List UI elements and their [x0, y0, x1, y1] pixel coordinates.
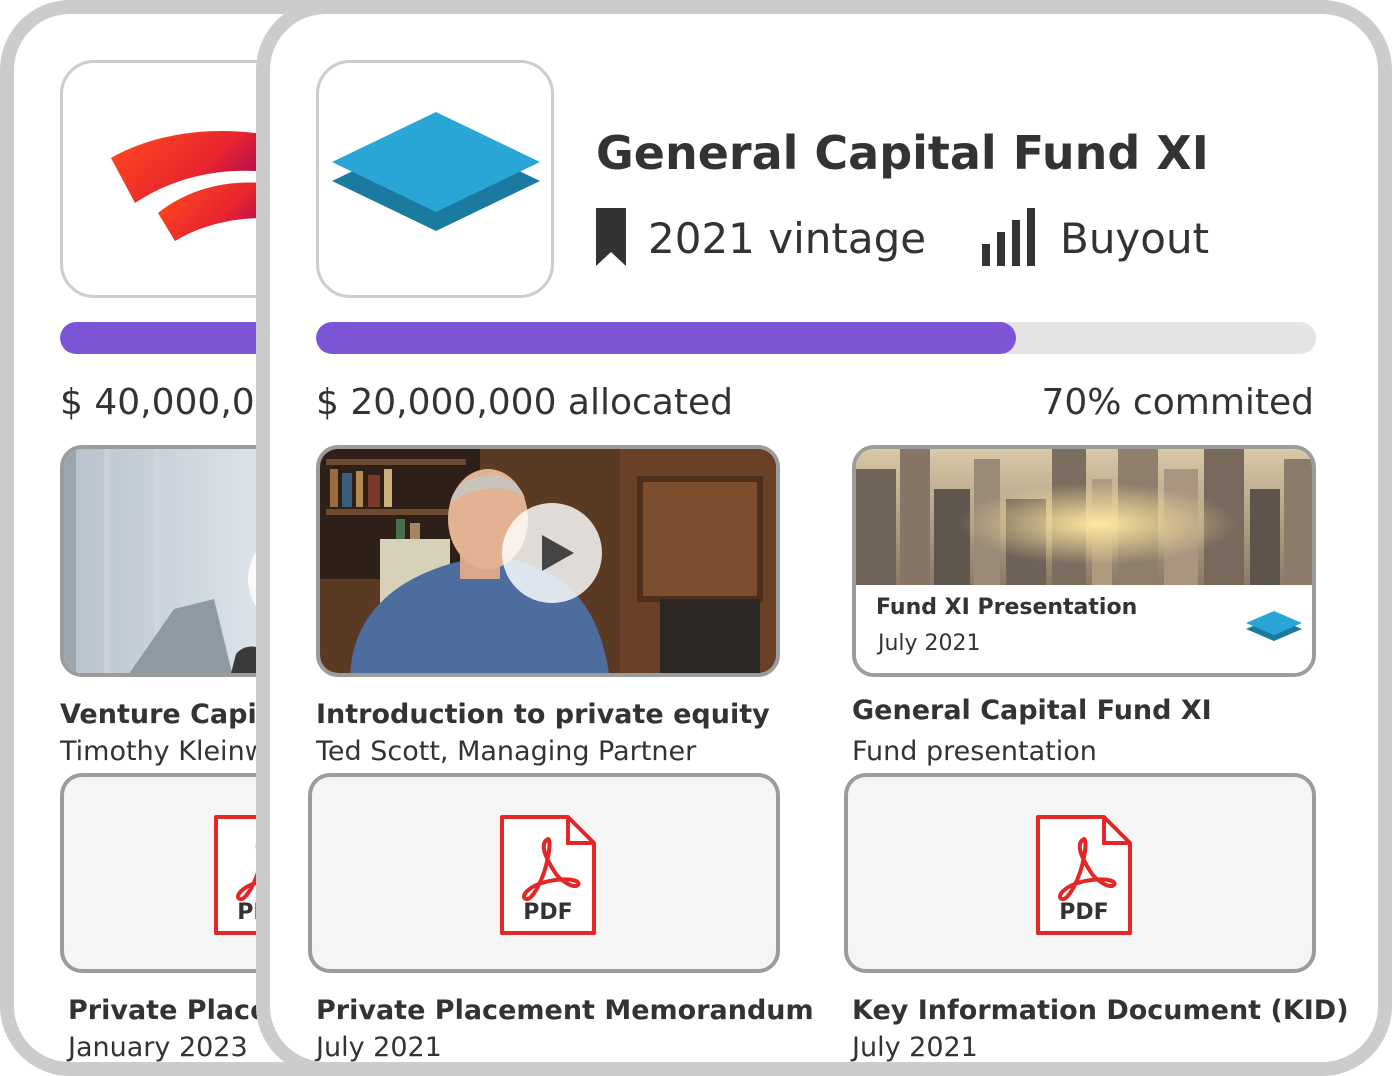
- kid-pdf-icon: PDF: [1034, 813, 1134, 937]
- kid-pdf-label: PDF: [1059, 900, 1109, 925]
- ppm-document-tile[interactable]: PDF: [308, 773, 780, 973]
- ppm-subtitle: July 2021: [316, 1032, 442, 1063]
- play-button[interactable]: [502, 503, 602, 603]
- city-skyline-photo-icon: [856, 449, 1312, 585]
- kid-subtitle: July 2021: [852, 1032, 978, 1063]
- presentation-card-title: Fund XI Presentation: [876, 595, 1138, 620]
- committed-text: 70% commited: [1041, 382, 1314, 423]
- video-thumbnail[interactable]: [316, 445, 780, 677]
- presentation-thumbnail[interactable]: Fund XI Presentation July 2021: [852, 445, 1316, 677]
- play-icon: [542, 535, 574, 571]
- presentation-caption-panel: Fund XI Presentation July 2021: [856, 585, 1312, 673]
- presentation-title: General Capital Fund XI: [852, 695, 1212, 726]
- layers-icon: [332, 112, 540, 231]
- strategy-text: Buyout: [1060, 214, 1210, 263]
- ppm-title: Private Placement Memorandum: [316, 995, 814, 1026]
- kid-document-tile[interactable]: PDF: [844, 773, 1316, 973]
- presentation-subtitle: Fund presentation: [852, 736, 1097, 767]
- bookmark-icon: [596, 208, 626, 266]
- vintage-text: 2021 vintage: [648, 214, 927, 263]
- commitment-progress-bar: [316, 322, 1316, 354]
- back-document-subtitle: January 2023: [68, 1032, 248, 1063]
- front-fund-card[interactable]: General Capital Fund XI 2021 vintage Buy…: [256, 0, 1392, 1076]
- video-title: Introduction to private equity: [316, 699, 770, 730]
- commitment-progress-fill: [316, 322, 1016, 354]
- ppm-pdf-icon: PDF: [498, 813, 598, 937]
- back-video-subtitle: Timothy Kleinw: [60, 736, 267, 767]
- allocated-text: $ 20,000,000 allocated: [316, 382, 733, 423]
- video-subtitle: Ted Scott, Managing Partner: [316, 736, 697, 767]
- ppm-pdf-label: PDF: [523, 900, 573, 925]
- fund-layers-small-icon: [1246, 611, 1302, 641]
- kid-title: Key Information Document (KID): [852, 995, 1349, 1026]
- signal-bars-icon: [982, 208, 1035, 266]
- fund-title: General Capital Fund XI: [596, 126, 1209, 180]
- fund-logo: [316, 60, 554, 298]
- presentation-card-date: July 2021: [878, 631, 981, 656]
